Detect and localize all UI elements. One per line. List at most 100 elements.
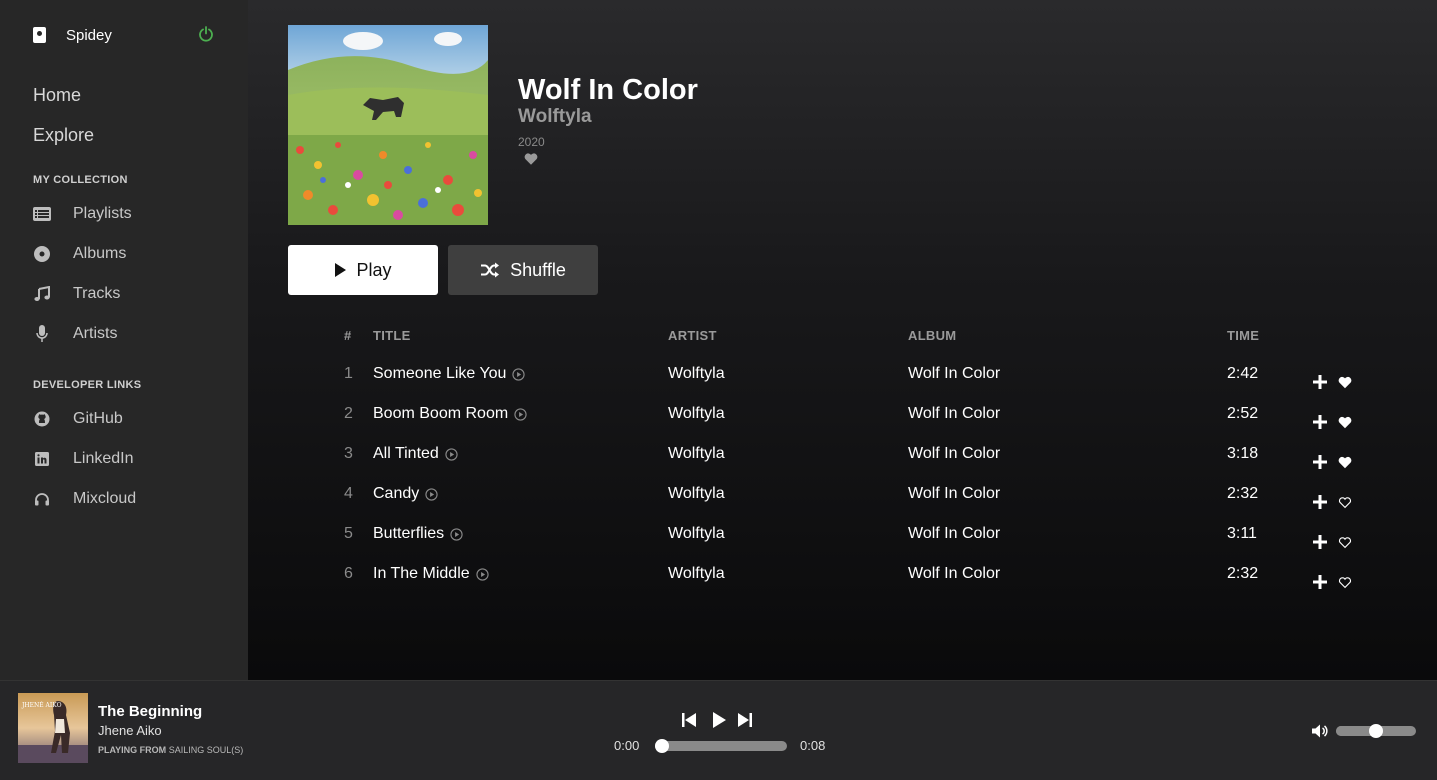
play-circle-icon[interactable] (425, 487, 438, 501)
playing-from-source[interactable]: SAILING SOUL(S) (169, 745, 244, 755)
add-to-playlist-icon[interactable] (1313, 565, 1327, 589)
track-artist[interactable]: Wolftyla (668, 354, 725, 394)
track-artist[interactable]: Wolftyla (668, 554, 725, 594)
sidebar-item-label: GitHub (73, 410, 123, 427)
play-circle-icon[interactable] (476, 567, 489, 581)
track-album[interactable]: Wolf In Color (908, 394, 1000, 434)
track-album[interactable]: Wolf In Color (908, 474, 1000, 514)
sidebar-item-tracks[interactable]: Tracks (33, 274, 132, 314)
column-header-number: # (344, 328, 352, 343)
column-header-artist[interactable]: ARTIST (668, 328, 717, 343)
track-artist[interactable]: Wolftyla (668, 474, 725, 514)
sidebar-item-github[interactable]: GitHub (33, 399, 136, 439)
track-artist[interactable]: Wolftyla (668, 434, 725, 474)
main-nav: Home Explore (33, 84, 94, 164)
svg-text:JHENÉ AIKO: JHENÉ AIKO (21, 701, 62, 709)
track-time: 3:11 (1227, 525, 1257, 542)
nav-home[interactable]: Home (33, 84, 94, 124)
heart-filled-icon[interactable] (1338, 445, 1352, 469)
sidebar-item-linkedin[interactable]: LinkedIn (33, 439, 136, 479)
track-title-cell: In The Middle (373, 554, 489, 594)
sidebar-item-label: Albums (73, 245, 127, 262)
track-number: 6 (344, 565, 353, 582)
volume-icon[interactable] (1311, 723, 1329, 739)
play-circle-icon[interactable] (514, 407, 527, 421)
progress-slider[interactable] (655, 739, 787, 753)
add-to-playlist-icon[interactable] (1313, 445, 1327, 469)
table-row[interactable]: 4 Candy Wolftyla Wolf In Color 2:32 (248, 474, 1437, 514)
table-row[interactable]: 3 All Tinted Wolftyla Wolf In Color 3:18 (248, 434, 1437, 474)
track-time: 3:18 (1227, 445, 1259, 462)
add-to-playlist-icon[interactable] (1313, 365, 1327, 389)
column-header-album[interactable]: ALBUM (908, 328, 956, 343)
track-album[interactable]: Wolf In Color (908, 434, 1000, 474)
add-to-playlist-icon[interactable] (1313, 525, 1327, 549)
heart-outline-icon[interactable] (1338, 525, 1352, 549)
collection-heading: MY COLLECTION (33, 174, 128, 186)
player-bar: JHENÉ AIKO The Beginning Jhene Aiko PLAY… (0, 680, 1437, 780)
track-album[interactable]: Wolf In Color (908, 554, 1000, 594)
table-row[interactable]: 2 Boom Boom Room Wolftyla Wolf In Color 2:52 (248, 394, 1437, 434)
shuffle-button[interactable]: Shuffle (448, 245, 598, 295)
column-header-time[interactable]: TIME (1227, 328, 1259, 343)
track-title[interactable]: Someone Like You (373, 354, 506, 394)
add-to-playlist-icon[interactable] (1313, 405, 1327, 429)
track-title[interactable]: In The Middle (373, 554, 470, 594)
play-pause-icon[interactable] (710, 711, 728, 729)
volume-handle[interactable] (1369, 724, 1383, 738)
album-year: 2020 (518, 135, 545, 149)
table-row[interactable]: 1 Someone Like You Wolftyla Wolf In Color 2:… (248, 354, 1437, 394)
sidebar-item-playlists[interactable]: Playlists (33, 194, 132, 234)
heart-filled-icon[interactable] (1338, 405, 1352, 429)
album-artist[interactable]: Wolftyla (518, 106, 592, 128)
track-album[interactable]: Wolf In Color (908, 514, 1000, 554)
sidebar-item-mixcloud[interactable]: Mixcloud (33, 479, 136, 519)
sidebar-item-albums[interactable]: Albums (33, 234, 132, 274)
now-playing-cover: JHENÉ AIKO (18, 693, 88, 763)
brand: Spidey (33, 26, 213, 44)
track-number: 4 (344, 485, 353, 502)
volume-slider[interactable] (1336, 724, 1416, 738)
heart-outline-icon[interactable] (1338, 485, 1352, 509)
previous-track-icon[interactable] (680, 711, 698, 729)
column-header-title[interactable]: TITLE (373, 328, 411, 343)
nav-explore[interactable]: Explore (33, 124, 94, 164)
power-icon[interactable] (199, 26, 213, 47)
heart-icon[interactable] (524, 152, 538, 166)
music-note-icon (33, 285, 51, 303)
now-playing-artist[interactable]: Jhene Aiko (98, 723, 162, 738)
now-playing-title[interactable]: The Beginning (98, 703, 202, 720)
app-icon (33, 27, 46, 43)
track-number: 1 (344, 365, 353, 382)
heart-filled-icon[interactable] (1338, 365, 1352, 389)
play-circle-icon[interactable] (512, 367, 526, 381)
track-album[interactable]: Wolf In Color (908, 354, 1000, 394)
progress-handle[interactable] (655, 739, 669, 753)
linkedin-icon (33, 450, 51, 468)
play-icon (334, 263, 347, 277)
playback-controls (680, 711, 762, 729)
current-time: 0:00 (614, 738, 640, 753)
track-title[interactable]: Butterflies (373, 514, 444, 554)
track-title-cell: Someone Like You (373, 354, 526, 394)
disc-icon (33, 245, 51, 263)
track-number: 5 (344, 525, 353, 542)
track-artist[interactable]: Wolftyla (668, 514, 725, 554)
track-artist[interactable]: Wolftyla (668, 394, 725, 434)
headphones-icon (33, 490, 51, 508)
album-view: Wolf In Color Wolftyla 2020 Play Shuffle… (248, 0, 1437, 680)
table-row[interactable]: 6 In The Middle Wolftyla Wolf In Color 2:32 (248, 554, 1437, 594)
track-time: 2:32 (1227, 485, 1259, 502)
play-circle-icon[interactable] (450, 527, 463, 541)
add-to-playlist-icon[interactable] (1313, 485, 1327, 509)
track-time: 2:32 (1227, 565, 1259, 582)
play-circle-icon[interactable] (445, 447, 458, 461)
next-track-icon[interactable] (736, 711, 754, 729)
track-title[interactable]: All Tinted (373, 434, 439, 474)
play-button[interactable]: Play (288, 245, 438, 295)
track-title[interactable]: Candy (373, 474, 419, 514)
sidebar-item-artists[interactable]: Artists (33, 314, 132, 354)
heart-outline-icon[interactable] (1338, 565, 1352, 589)
track-title[interactable]: Boom Boom Room (373, 394, 508, 434)
table-row[interactable]: 5 Butterflies Wolftyla Wolf In Color 3:11 (248, 514, 1437, 554)
